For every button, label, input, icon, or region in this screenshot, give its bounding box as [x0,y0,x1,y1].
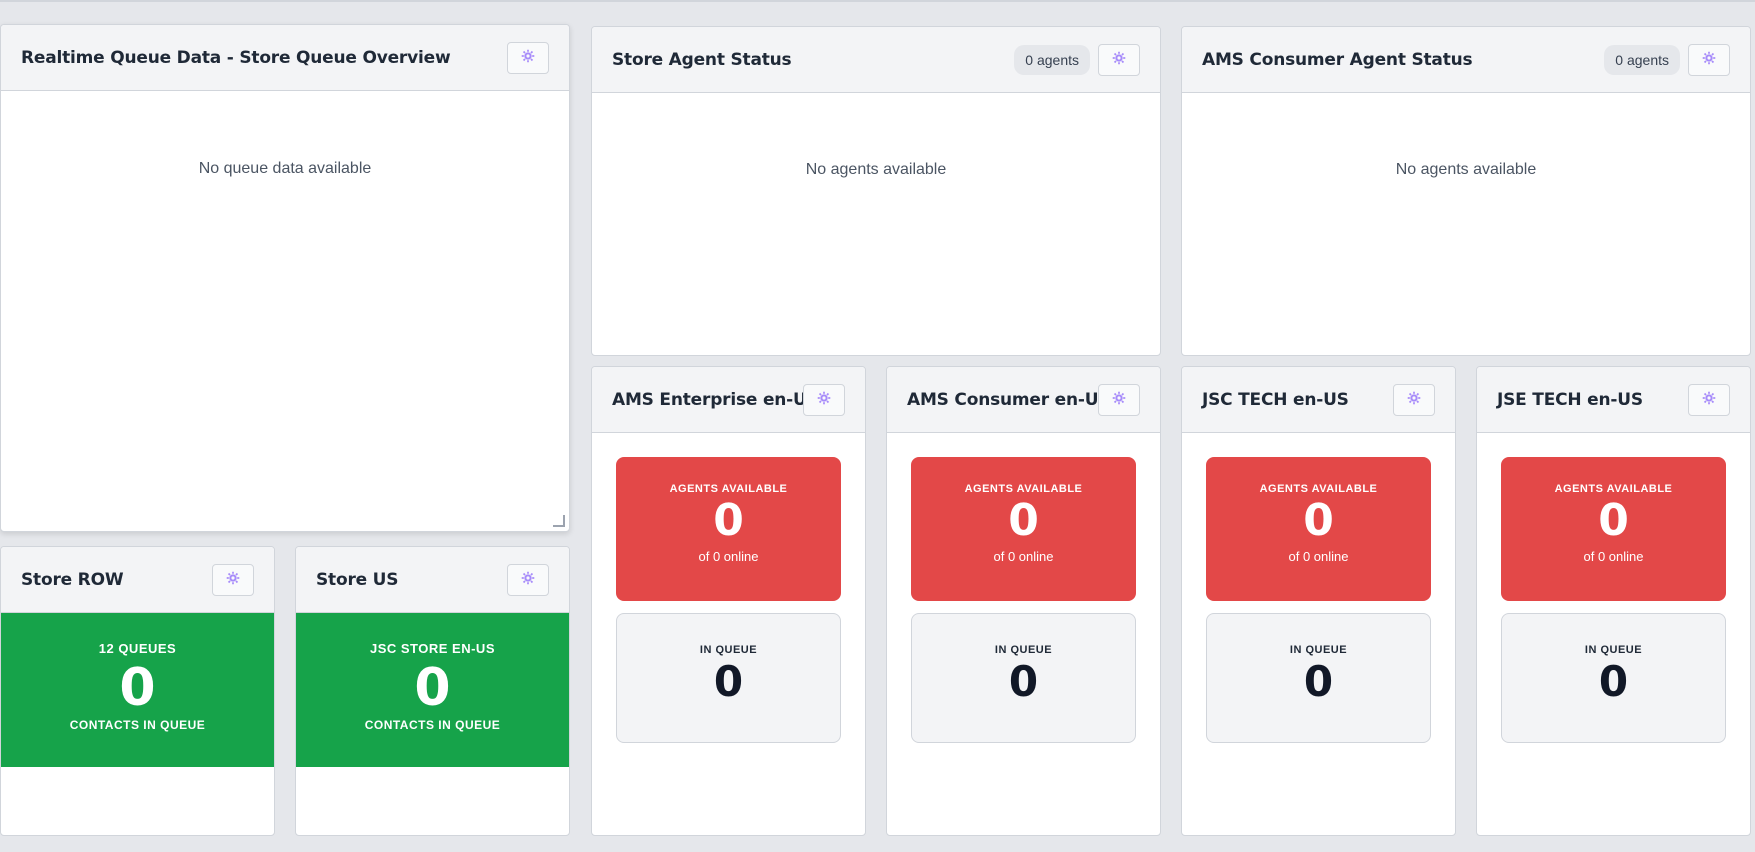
in-queue-label: IN QUEUE [994,644,1053,656]
settings-button[interactable] [1098,384,1140,416]
in-queue-tile: IN QUEUE 0 [1501,613,1726,743]
agent-count-badge: 0 agents [1604,45,1680,75]
queue-card-header: JSC TECH en-US [1182,367,1455,433]
settings-button[interactable] [1688,384,1730,416]
queue-card-ams-consumer: AMS Consumer en-US AGENTS AVAILABLE 0 of… [886,366,1161,836]
resize-handle[interactable] [553,515,565,527]
queue-card-header: AMS Enterprise en-US [592,367,865,433]
agents-available-count: 0 [713,495,744,546]
empty-message: No queue data available [198,160,372,177]
store-row-card: Store ROW 12 QUEUES 0 CONTACTS IN QUEUE [0,546,275,836]
gear-icon [1702,51,1716,70]
agents-available-tile: AGENTS AVAILABLE 0 of 0 online [616,457,841,601]
empty-message: No agents available [1395,161,1537,178]
agents-available-label: AGENTS AVAILABLE [1259,483,1378,495]
queue-overview-card: Realtime Queue Data - Store Queue Overvi… [0,24,570,532]
settings-button[interactable] [1688,44,1730,76]
agents-available-count: 0 [1598,495,1629,546]
store-us-header: Store US [296,547,569,613]
in-queue-count: 0 [713,657,744,706]
contacts-panel: JSC STORE EN-US 0 CONTACTS IN QUEUE [296,613,569,767]
contacts-count: 0 [414,658,451,718]
queue-card-header: AMS Consumer en-US [887,367,1160,433]
agents-available-count: 0 [1303,495,1334,546]
agents-online-text: of 0 online [1288,549,1349,564]
store-agent-status-card: Store Agent Status 0 agents No agents av… [591,26,1161,356]
in-queue-count: 0 [1303,657,1334,706]
agents-available-label: AGENTS AVAILABLE [964,483,1083,495]
settings-button[interactable] [507,42,549,74]
in-queue-tile: IN QUEUE 0 [911,613,1136,743]
empty-message: No agents available [805,161,947,178]
card-title: Store US [316,569,399,590]
in-queue-count: 0 [1008,657,1039,706]
card-title: JSE TECH en-US [1497,389,1643,410]
settings-button[interactable] [803,384,845,416]
card-title: AMS Consumer en-US [907,389,1111,410]
settings-button[interactable] [1393,384,1435,416]
agents-available-tile: AGENTS AVAILABLE 0 of 0 online [1501,457,1726,601]
store-row-header: Store ROW [1,547,274,613]
contacts-panel: 12 QUEUES 0 CONTACTS IN QUEUE [1,613,274,767]
in-queue-tile: IN QUEUE 0 [616,613,841,743]
contacts-label: CONTACTS IN QUEUE [69,718,206,732]
card-title: JSC TECH en-US [1202,389,1349,410]
gear-icon [1702,391,1716,410]
in-queue-label: IN QUEUE [1289,644,1348,656]
agents-available-label: AGENTS AVAILABLE [669,483,788,495]
agents-online-text: of 0 online [993,549,1054,564]
agents-online-text: of 0 online [698,549,759,564]
agents-online-text: of 0 online [1583,549,1644,564]
card-title: Realtime Queue Data - Store Queue Overvi… [21,47,451,68]
agents-available-tile: AGENTS AVAILABLE 0 of 0 online [1206,457,1431,601]
ams-consumer-agent-status-card: AMS Consumer Agent Status 0 agents No ag… [1181,26,1751,356]
settings-button[interactable] [507,564,549,596]
contacts-label: CONTACTS IN QUEUE [364,718,501,732]
settings-button[interactable] [212,564,254,596]
queue-card-jse-tech: JSE TECH en-US AGENTS AVAILABLE 0 of 0 o… [1476,366,1751,836]
queue-card-ams-enterprise: AMS Enterprise en-US AGENTS AVAILABLE 0 … [591,366,866,836]
agents-available-label: AGENTS AVAILABLE [1554,483,1673,495]
in-queue-count: 0 [1598,657,1629,706]
in-queue-tile: IN QUEUE 0 [1206,613,1431,743]
queue-count-label: 12 QUEUES [98,641,177,656]
ams-consumer-agent-status-header: AMS Consumer Agent Status 0 agents [1182,27,1750,93]
queue-card-jsc-tech: JSC TECH en-US AGENTS AVAILABLE 0 of 0 o… [1181,366,1456,836]
card-title: AMS Consumer Agent Status [1202,49,1473,70]
agents-available-count: 0 [1008,495,1039,546]
store-us-card: Store US JSC STORE EN-US 0 CONTACTS IN Q… [295,546,570,836]
card-title: Store Agent Status [612,49,792,70]
store-agent-status-header: Store Agent Status 0 agents [592,27,1160,93]
queue-name-label: JSC STORE EN-US [369,641,495,656]
in-queue-label: IN QUEUE [699,644,758,656]
contacts-count: 0 [119,658,156,718]
agent-count-badge: 0 agents [1014,45,1090,75]
gear-icon [521,49,535,68]
gear-icon [817,391,831,410]
top-strip [0,0,1755,2]
agents-available-tile: AGENTS AVAILABLE 0 of 0 online [911,457,1136,601]
card-title: Store ROW [21,569,124,590]
gear-icon [521,571,535,590]
gear-icon [1112,391,1126,410]
gear-icon [226,571,240,590]
queue-card-header: JSE TECH en-US [1477,367,1750,433]
card-title: AMS Enterprise en-US [612,389,819,410]
in-queue-label: IN QUEUE [1584,644,1643,656]
gear-icon [1407,391,1421,410]
settings-button[interactable] [1098,44,1140,76]
gear-icon [1112,51,1126,70]
queue-overview-header: Realtime Queue Data - Store Queue Overvi… [1,25,569,91]
